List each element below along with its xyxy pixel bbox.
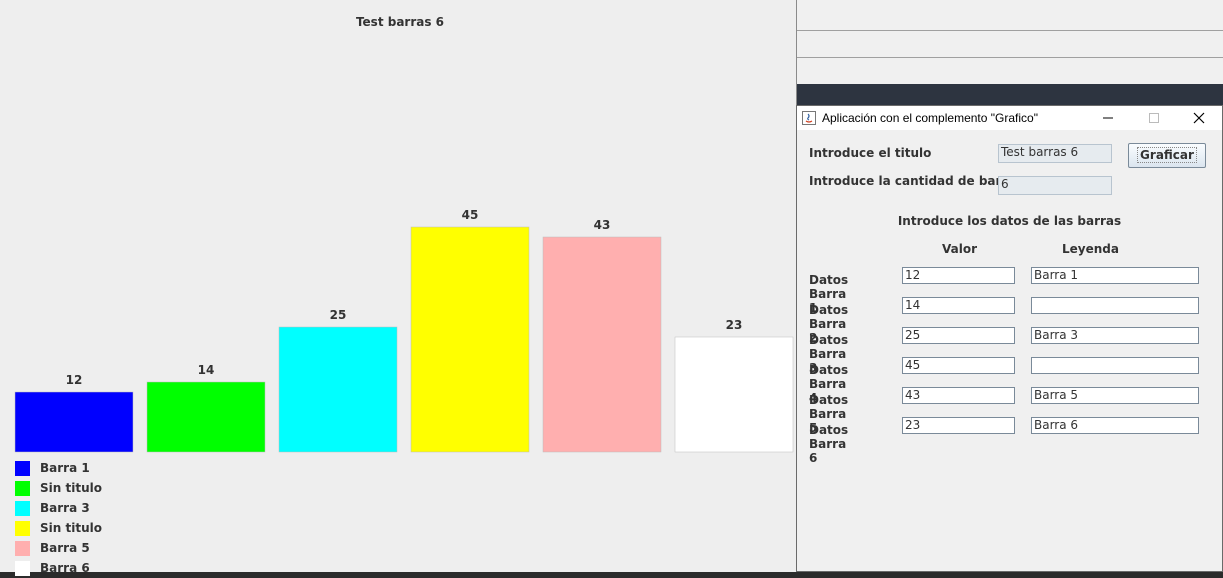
- leyenda-column-header: Leyenda: [1062, 242, 1119, 256]
- count-field[interactable]: 6: [998, 176, 1112, 195]
- legend-swatch: [15, 500, 30, 516]
- legend-label: Barra 5: [40, 541, 90, 555]
- bar-value-label: 45: [462, 208, 479, 222]
- legend-item: Barra 5: [15, 538, 102, 558]
- legend-swatch: [15, 520, 30, 536]
- chart-legend: Barra 1 Sin titulo Barra 3 Sin titulo Barra …: [15, 458, 102, 578]
- legend-item: Barra 6: [15, 558, 102, 578]
- bar-value-label: 12: [66, 373, 83, 387]
- minimize-button[interactable]: [1085, 106, 1131, 130]
- valor-field[interactable]: 23: [902, 417, 1015, 434]
- bar-value-label: 25: [330, 308, 347, 322]
- bar-4: [410, 226, 530, 453]
- valor-field[interactable]: 25: [902, 327, 1015, 344]
- input-dialog: Aplicación con el complemento "Grafico" …: [796, 105, 1223, 572]
- row-label: Datos Barra 6: [809, 423, 849, 465]
- leyenda-field[interactable]: Barra 1: [1031, 267, 1199, 284]
- close-icon: [1193, 112, 1205, 124]
- leyenda-field[interactable]: Barra 5: [1031, 387, 1199, 404]
- valor-column-header: Valor: [942, 242, 978, 256]
- chart-window: Test barras 6 12 14 25 45 43 23 Barra 1 Sin ti…: [0, 0, 797, 576]
- bar-value-label: 23: [726, 318, 743, 332]
- legend-swatch: [15, 480, 30, 496]
- bar-chart: 12 14 25 45 43 23: [14, 208, 794, 453]
- graficar-button[interactable]: Graficar: [1128, 143, 1206, 168]
- valor-field[interactable]: 43: [902, 387, 1015, 404]
- leyenda-field[interactable]: Barra 6: [1031, 417, 1199, 434]
- graficar-label: Graficar: [1137, 147, 1197, 163]
- dialog-title: Aplicación con el complemento "Grafico": [822, 111, 1038, 125]
- title-field[interactable]: Test barras 6: [998, 144, 1112, 163]
- bar-value-label: 43: [594, 218, 611, 232]
- dialog-titlebar[interactable]: Aplicación con el complemento "Grafico": [797, 106, 1222, 130]
- bar-2: [146, 381, 266, 453]
- legend-item: Sin titulo: [15, 478, 102, 498]
- legend-item: Barra 1: [15, 458, 102, 478]
- bar-value-label: 14: [198, 363, 215, 377]
- bar-5: [542, 236, 662, 453]
- desktop-background: [797, 0, 1223, 105]
- leyenda-field[interactable]: [1031, 297, 1199, 314]
- count-label: Introduce la cantidad de barras: [809, 174, 1023, 188]
- valor-field[interactable]: 12: [902, 267, 1015, 284]
- legend-label: Sin titulo: [40, 481, 102, 495]
- legend-item: Barra 3: [15, 498, 102, 518]
- legend-label: Barra 6: [40, 561, 90, 575]
- bar-3: [278, 326, 398, 453]
- legend-swatch: [15, 560, 30, 576]
- legend-label: Barra 1: [40, 461, 90, 475]
- legend-swatch: [15, 540, 30, 556]
- bar-6: [674, 336, 794, 453]
- leyenda-field[interactable]: Barra 3: [1031, 327, 1199, 344]
- minimize-icon: [1103, 117, 1113, 119]
- legend-swatch: [15, 460, 30, 476]
- maximize-button[interactable]: [1131, 106, 1177, 130]
- bar-1: [14, 391, 134, 453]
- java-icon: [802, 111, 816, 125]
- close-button[interactable]: [1176, 106, 1222, 130]
- background-divider: [797, 30, 1223, 31]
- legend-label: Barra 3: [40, 501, 90, 515]
- maximize-icon: [1149, 113, 1159, 123]
- data-header: Introduce los datos de las barras: [897, 214, 1122, 228]
- background-divider: [797, 57, 1223, 58]
- legend-item: Sin titulo: [15, 518, 102, 538]
- valor-field[interactable]: 45: [902, 357, 1015, 374]
- legend-label: Sin titulo: [40, 521, 102, 535]
- valor-field[interactable]: 14: [902, 297, 1015, 314]
- leyenda-field[interactable]: [1031, 357, 1199, 374]
- background-dark-strip: [797, 84, 1223, 105]
- title-label: Introduce el titulo: [809, 146, 932, 160]
